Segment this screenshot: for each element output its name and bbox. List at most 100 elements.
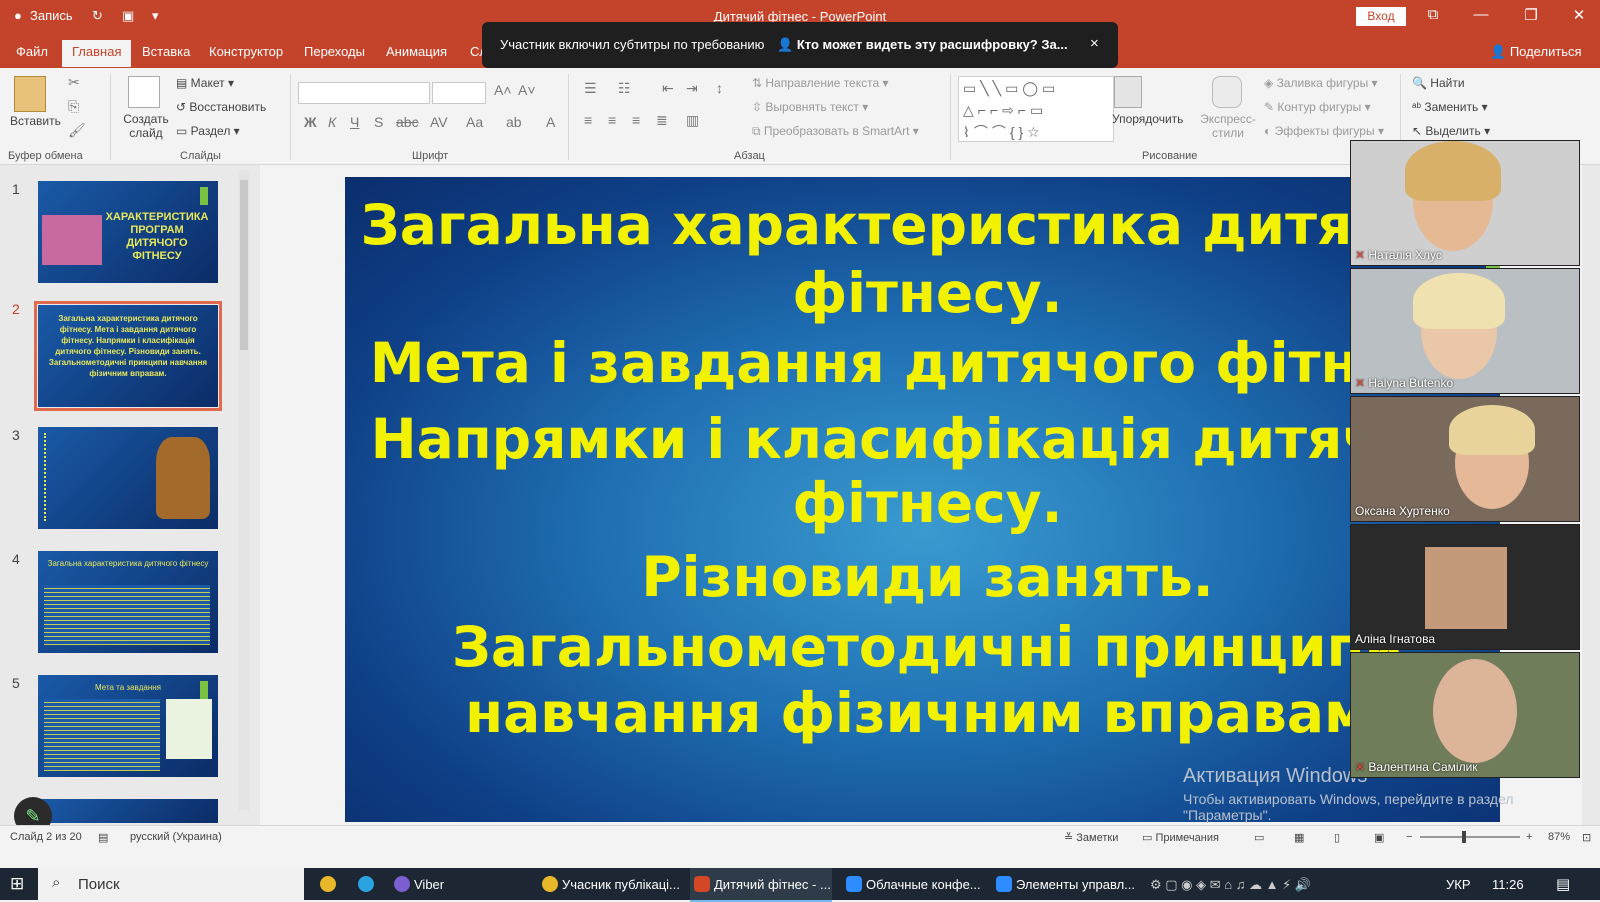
reading-view-icon[interactable]: ▯ (1334, 831, 1340, 844)
viber-icon[interactable] (394, 876, 410, 892)
reset-button[interactable]: ↺ Восстановить (176, 100, 266, 114)
minimize-button[interactable]: — (1466, 6, 1496, 23)
cut-icon[interactable]: ✂ (68, 74, 80, 91)
sign-in-button[interactable]: Вход (1356, 7, 1406, 26)
normal-view-icon[interactable]: ▭ (1254, 831, 1264, 844)
select-button[interactable]: ↖ Выделить ▾ (1412, 124, 1490, 138)
telegram-icon[interactable] (358, 876, 374, 892)
layout-button[interactable]: ▤ Макет ▾ (176, 76, 234, 90)
underline-icon[interactable]: Ч (350, 114, 359, 130)
maximize-button[interactable]: ❐ (1516, 6, 1546, 24)
fit-slide-icon[interactable]: ⊡ (1582, 831, 1591, 844)
highlight-icon[interactable]: ab (506, 114, 522, 130)
windows-start-icon[interactable]: ⊞ (10, 874, 24, 894)
zoom-icon[interactable] (996, 876, 1012, 892)
quick-styles-icon[interactable] (1212, 76, 1242, 108)
taskbar-app-browser[interactable]: Учасник публікаці... (562, 877, 680, 892)
bullets-icon[interactable]: ☰ (584, 80, 597, 97)
system-tray-icons[interactable]: ⚙ ▢ ◉ ◈ ✉ ⌂ ♫ ☁ ▲ ⚡ 🔊 (1150, 877, 1311, 893)
tab-design[interactable]: Конструктор (209, 44, 283, 59)
spacing-icon[interactable]: AV (430, 114, 448, 130)
shape-outline-button[interactable]: ✎ Контур фигуры ▾ (1264, 100, 1371, 114)
video-tile-5[interactable]: ✕ Валентина Самілик (1350, 652, 1580, 778)
close-window-button[interactable]: ✕ (1564, 6, 1594, 24)
new-slide-icon[interactable] (128, 76, 160, 108)
slide-canvas[interactable]: Загальна характеристика дитячого фітнесу… (345, 177, 1500, 822)
language-indicator[interactable]: русский (Украина) (130, 831, 222, 843)
align-text-button[interactable]: ⇳ Выровнять текст ▾ (752, 100, 868, 114)
thumbnail-scrollbar[interactable] (238, 170, 250, 810)
numbering-icon[interactable]: ☷ (618, 80, 631, 97)
font-color-icon[interactable]: A (546, 114, 555, 130)
slideshow-view-icon[interactable]: ▣ (1374, 831, 1384, 844)
video-tile-1[interactable]: ✕ Наталія Хлус (1350, 140, 1580, 266)
new-slide-button[interactable]: Создать слайд (120, 112, 172, 140)
columns-icon[interactable]: ▥ (686, 112, 699, 129)
tab-insert[interactable]: Вставка (142, 44, 190, 59)
taskbar-search-box[interactable]: ⌕ Поиск (38, 868, 304, 900)
slide-thumbnail-1[interactable]: ХАРАКТЕРИСТИКА ПРОГРАМ ДИТЯЧОГО ФІТНЕСУ (38, 181, 218, 283)
tab-animations[interactable]: Анимация (386, 44, 447, 59)
find-button[interactable]: 🔍 Найти (1412, 76, 1465, 90)
taskbar-app-powerpoint[interactable]: Дитячий фітнес - ... (714, 877, 831, 892)
align-left-icon[interactable]: ≡ (584, 112, 592, 128)
text-direction-button[interactable]: ⇅ Направление текста ▾ (752, 76, 889, 90)
change-case-icon[interactable]: Aa (466, 114, 483, 130)
slide-sorter-icon[interactable]: ▦ (1294, 831, 1304, 844)
align-right-icon[interactable]: ≡ (632, 112, 640, 128)
bold-icon[interactable]: Ж (304, 114, 317, 130)
tab-home[interactable]: Главная (62, 40, 132, 67)
shapes-gallery[interactable]: ▭╲╲▭◯▭ △⌐⌐⇨⌐▭ ⌇⌒⌒{}☆ (958, 76, 1114, 142)
slide-thumbnail-3[interactable] (38, 427, 218, 529)
powerpoint-icon[interactable] (694, 876, 710, 892)
video-tile-4[interactable]: Аліна Ігнатова (1350, 524, 1580, 650)
zoom-out-icon[interactable]: − (1406, 831, 1412, 843)
shadow-icon[interactable]: S (374, 114, 383, 130)
slide-thumbnail-6[interactable] (38, 799, 218, 823)
video-tile-3[interactable]: Оксана Хуртенко (1350, 396, 1580, 522)
clock[interactable]: 11:26 (1492, 877, 1524, 892)
font-name-dropdown[interactable] (298, 82, 430, 104)
arrange-icon[interactable] (1114, 76, 1142, 108)
font-size-dropdown[interactable] (432, 82, 486, 104)
ribbon-display-icon[interactable]: ⧉ (1418, 6, 1448, 23)
shape-effects-button[interactable]: ◐ Эффекты фигуры ▾ (1264, 124, 1384, 138)
copy-icon[interactable]: ⎘ (68, 98, 79, 115)
tab-file[interactable]: Файл (16, 44, 48, 59)
close-notification-button[interactable]: × (1090, 35, 1099, 52)
decrease-indent-icon[interactable]: ⇤ (662, 80, 674, 97)
zoom-slider-thumb[interactable] (1462, 831, 1466, 843)
tab-transitions[interactable]: Переходы (304, 44, 365, 59)
keyboard-language[interactable]: УКР (1446, 877, 1471, 892)
smartart-button[interactable]: ⧉ Преобразовать в SmartArt ▾ (752, 124, 919, 139)
strikethrough-icon[interactable]: abc (396, 114, 419, 130)
zoom-in-icon[interactable]: + (1526, 831, 1532, 843)
notification-center-icon[interactable]: ▤ (1556, 875, 1570, 893)
video-tile-2[interactable]: ✕ Halyna Butenko (1350, 268, 1580, 394)
shrink-font-icon[interactable]: A˅ (518, 82, 536, 98)
spellcheck-icon[interactable]: ▤ (98, 831, 108, 844)
zoom-icon[interactable] (846, 876, 862, 892)
section-button[interactable]: ▭ Раздел ▾ (176, 124, 240, 138)
chrome-icon[interactable] (320, 876, 336, 892)
italic-icon[interactable]: К (328, 114, 336, 130)
zoom-level[interactable]: 87% (1548, 831, 1570, 843)
quick-styles-button[interactable]: Экспресс-стили (1200, 112, 1256, 140)
slide-thumbnail-2[interactable]: Загальна характеристика дитячого фітнесу… (34, 301, 222, 411)
zoom-slider[interactable] (1420, 836, 1520, 838)
line-spacing-icon[interactable]: ↕ (716, 80, 723, 96)
slide-thumbnail-4[interactable]: Загальна характеристика дитячого фітнесу (38, 551, 218, 653)
paste-button[interactable]: Вставить (10, 114, 61, 128)
shape-fill-button[interactable]: ◈ Заливка фигуры ▾ (1264, 76, 1378, 90)
grow-font-icon[interactable]: A˄ (494, 82, 512, 98)
increase-indent-icon[interactable]: ⇥ (686, 80, 698, 97)
paste-icon[interactable] (14, 76, 46, 112)
slide-thumbnail-5[interactable]: Мета та завдання (38, 675, 218, 777)
comments-button[interactable]: ▭ Примечания (1142, 831, 1219, 844)
justify-icon[interactable]: ≣ (656, 112, 668, 129)
taskbar-app-zoom-cloud[interactable]: Облачные конфе... (866, 877, 981, 892)
arrange-button[interactable]: Упорядочить (1112, 112, 1183, 126)
format-painter-icon[interactable]: 🖌 (68, 122, 86, 139)
slide-scrollbar[interactable] (1582, 165, 1600, 825)
notification-link[interactable]: 👤 Кто может видеть эту расшифровку? За..… (777, 37, 1068, 53)
